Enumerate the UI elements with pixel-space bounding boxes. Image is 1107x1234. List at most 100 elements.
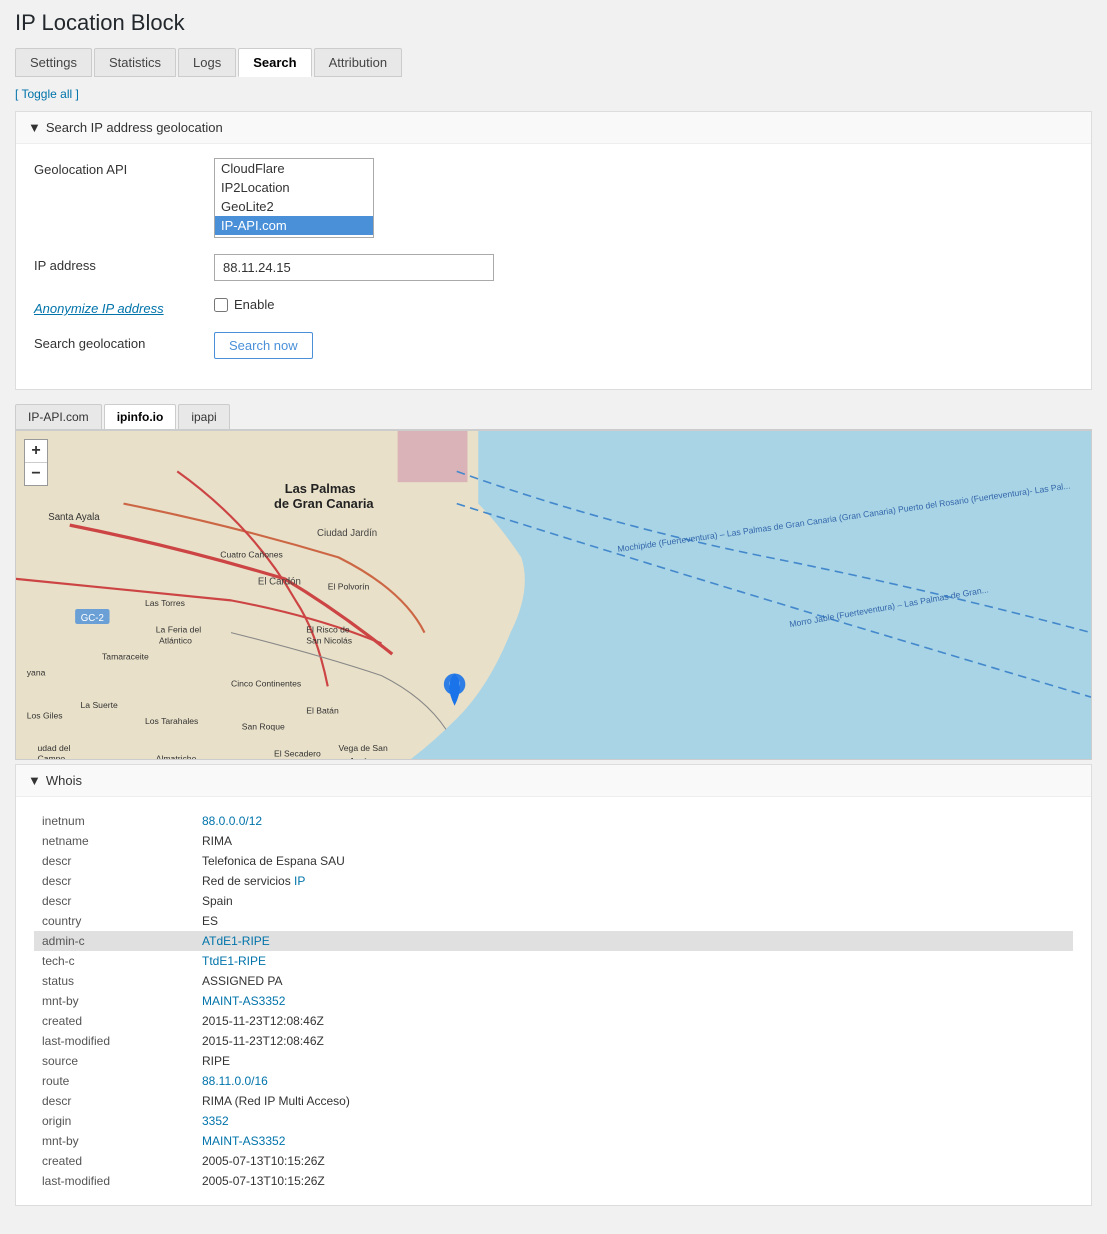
whois-value-link[interactable]: 88.11.0.0/16: [202, 1074, 268, 1088]
map-container[interactable]: GC-2 Santa Ayala yana Los Giles ios Las …: [15, 430, 1092, 760]
svg-text:Ciudad Jardín: Ciudad Jardín: [317, 528, 377, 539]
geolocation-api-control: CloudFlare IP2Location GeoLite2 IP-API.c…: [214, 158, 1073, 238]
svg-text:Cuatro Cañones: Cuatro Cañones: [220, 549, 283, 559]
whois-value: 2005-07-13T10:15:26Z: [194, 1151, 1073, 1171]
zoom-in-button[interactable]: +: [25, 440, 47, 462]
ip-address-row: IP address: [34, 254, 1073, 281]
svg-text:GC-2: GC-2: [81, 613, 104, 624]
anonymize-row: Anonymize IP address Enable: [34, 297, 1073, 316]
whois-row: netnameRIMA: [34, 831, 1073, 851]
whois-value-link[interactable]: MAINT-AS3352: [202, 994, 285, 1008]
whois-row: sourceRIPE: [34, 1051, 1073, 1071]
whois-key: netname: [34, 831, 194, 851]
whois-key: origin: [34, 1111, 194, 1131]
whois-value-link[interactable]: TtdE1-RIPE: [202, 954, 266, 968]
svg-text:El Secadero: El Secadero: [274, 748, 321, 758]
whois-key: created: [34, 1151, 194, 1171]
api-option-ip2location[interactable]: IP2Location: [215, 178, 373, 197]
sub-tab-ipinfo-io[interactable]: ipinfo.io: [104, 404, 177, 429]
anonymize-checkbox-label: Enable: [234, 297, 274, 312]
geolocation-api-listbox[interactable]: CloudFlare IP2Location GeoLite2 IP-API.c…: [214, 158, 374, 238]
whois-collapse-arrow-icon: ▼: [28, 773, 41, 788]
geolocation-api-row: Geolocation API CloudFlare IP2Location G…: [34, 158, 1073, 238]
whois-value: 2015-11-23T12:08:46Z: [194, 1031, 1073, 1051]
geolocation-api-label: Geolocation API: [34, 158, 214, 177]
svg-text:de Gran Canaria: de Gran Canaria: [274, 496, 374, 511]
whois-value: RIMA (Red IP Multi Acceso): [194, 1091, 1073, 1111]
tab-search[interactable]: Search: [238, 48, 311, 77]
svg-text:La Feria del: La Feria del: [156, 625, 201, 635]
api-option-geoiplookup[interactable]: GeoIPLookup: [215, 235, 373, 238]
whois-key: mnt-by: [34, 1131, 194, 1151]
whois-row: inetnum 88.0.0.0/12: [34, 811, 1073, 831]
whois-value-link[interactable]: 88.0.0.0/12: [202, 814, 262, 828]
whois-value: ATdE1-RIPE: [194, 931, 1073, 951]
svg-text:San Roque: San Roque: [242, 721, 285, 731]
anonymize-link[interactable]: Anonymize IP address: [34, 301, 164, 316]
api-option-cloudflare[interactable]: CloudFlare: [215, 159, 373, 178]
tab-logs[interactable]: Logs: [178, 48, 236, 77]
svg-text:Almatriche: Almatriche: [156, 754, 197, 759]
tab-attribution[interactable]: Attribution: [314, 48, 403, 77]
svg-text:udad del: udad del: [38, 743, 71, 753]
api-option-ip-api-com[interactable]: IP-API.com: [215, 216, 373, 235]
whois-value: MAINT-AS3352: [194, 1131, 1073, 1151]
whois-title: Whois: [46, 773, 82, 788]
whois-row: tech-cTtdE1-RIPE: [34, 951, 1073, 971]
whois-row: created2015-11-23T12:08:46Z: [34, 1011, 1073, 1031]
whois-value-link[interactable]: MAINT-AS3352: [202, 1134, 285, 1148]
whois-value: ES: [194, 911, 1073, 931]
whois-value: Spain: [194, 891, 1073, 911]
whois-row: descrTelefonica de Espana SAU: [34, 851, 1073, 871]
whois-key: mnt-by: [34, 991, 194, 1011]
sub-tab-ipapi[interactable]: ipapi: [178, 404, 229, 429]
anonymize-checkbox[interactable]: [214, 298, 228, 312]
tab-settings[interactable]: Settings: [15, 48, 92, 77]
whois-key: status: [34, 971, 194, 991]
whois-row: origin 3352: [34, 1111, 1073, 1131]
svg-text:San Nicolás: San Nicolás: [306, 635, 352, 645]
whois-row: descrRed de servicios IP: [34, 871, 1073, 891]
whois-value: 2015-11-23T12:08:46Z: [194, 1011, 1073, 1031]
toggle-all-link[interactable]: [ Toggle all ]: [15, 87, 79, 101]
zoom-out-button[interactable]: −: [25, 463, 47, 485]
svg-text:yana: yana: [27, 668, 46, 678]
svg-text:Los Tarahales: Los Tarahales: [145, 716, 198, 726]
sub-tab-ip-api-com[interactable]: IP-API.com: [15, 404, 102, 429]
whois-key: descr: [34, 851, 194, 871]
svg-text:El Batán: El Batán: [306, 705, 339, 715]
whois-value: TtdE1-RIPE: [194, 951, 1073, 971]
ip-address-input[interactable]: [214, 254, 494, 281]
page-title: IP Location Block: [15, 10, 1092, 36]
whois-value: Telefonica de Espana SAU: [194, 851, 1073, 871]
whois-partial-link[interactable]: IP: [294, 874, 305, 888]
whois-row: mnt-by MAINT-AS3352: [34, 991, 1073, 1011]
map-svg: GC-2 Santa Ayala yana Los Giles ios Las …: [16, 431, 1091, 759]
map-sub-tabs: IP-API.com ipinfo.io ipapi: [15, 404, 1092, 430]
whois-value: 2005-07-13T10:15:26Z: [194, 1171, 1073, 1191]
svg-text:Las Torres: Las Torres: [145, 598, 185, 608]
whois-value: Red de servicios IP: [194, 871, 1073, 891]
search-now-button[interactable]: Search now: [214, 332, 313, 359]
whois-card-header[interactable]: ▼ Whois: [16, 765, 1091, 797]
whois-value-link[interactable]: ATdE1-RIPE: [202, 934, 270, 948]
tab-statistics[interactable]: Statistics: [94, 48, 176, 77]
map-zoom-controls: + −: [24, 439, 48, 486]
anonymize-control: Enable: [214, 297, 1073, 312]
search-card-header[interactable]: ▼ Search IP address geolocation: [16, 112, 1091, 144]
svg-text:Atlántico: Atlántico: [159, 635, 192, 645]
toggle-all-bar: [ Toggle all ]: [15, 87, 1092, 101]
svg-text:El Polvorín: El Polvorín: [328, 582, 370, 592]
api-option-geolite2[interactable]: GeoLite2: [215, 197, 373, 216]
ip-address-control: [214, 254, 1073, 281]
whois-key: descr: [34, 1091, 194, 1111]
svg-text:La Suerte: La Suerte: [80, 700, 117, 710]
whois-value-link[interactable]: 3352: [202, 1114, 229, 1128]
svg-text:Cinco Continentes: Cinco Continentes: [231, 678, 301, 688]
whois-value: MAINT-AS3352: [194, 991, 1073, 1011]
whois-key: inetnum: [34, 811, 194, 831]
whois-value: RIPE: [194, 1051, 1073, 1071]
svg-text:Vega de San: Vega de San: [339, 743, 388, 753]
whois-row: route88.11.0.0/16: [34, 1071, 1073, 1091]
svg-text:Santa Ayala: Santa Ayala: [48, 512, 100, 523]
